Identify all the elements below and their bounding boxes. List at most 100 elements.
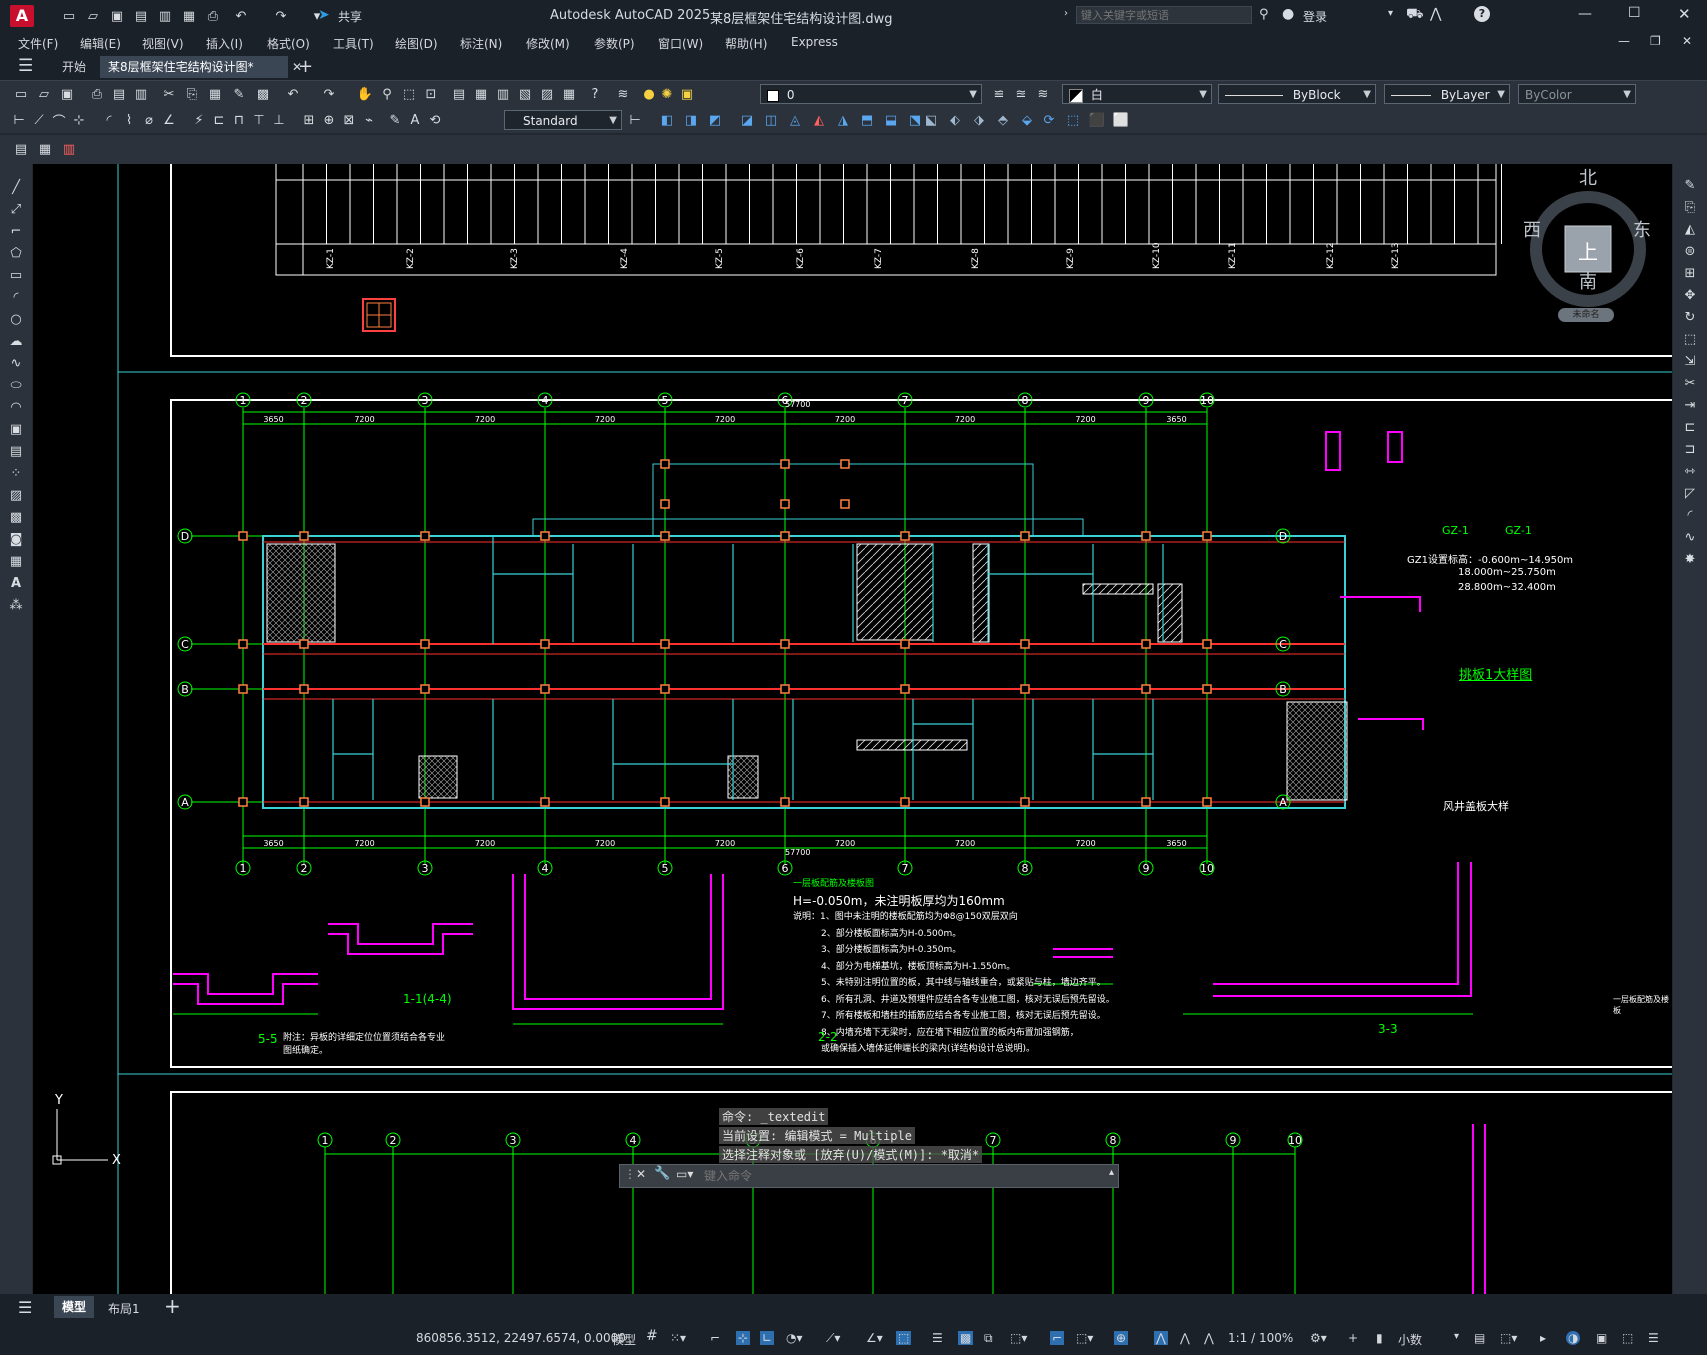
- tab-model[interactable]: 模型: [54, 1296, 95, 1318]
- view-iso-ne-icon[interactable]: ◭: [810, 111, 828, 129]
- block-create-icon[interactable]: ▦: [36, 140, 54, 158]
- chamfer-icon[interactable]: ◸: [1681, 484, 1699, 502]
- search-icon[interactable]: ⚲: [1259, 7, 1269, 22]
- add-selected-icon[interactable]: ⁂: [7, 596, 25, 614]
- menu-format[interactable]: 格式(O): [267, 35, 310, 52]
- layer-lock-icon[interactable]: ▣: [678, 85, 696, 103]
- command-input[interactable]: [702, 1166, 1086, 1186]
- viewcube-south[interactable]: 南: [1579, 268, 1597, 294]
- maximize-window-icon[interactable]: ☐: [1628, 5, 1641, 21]
- walk-icon[interactable]: ⬚: [1064, 111, 1082, 129]
- autoscale-icon[interactable]: ⋀: [1180, 1331, 1190, 1345]
- mtext-icon[interactable]: A: [7, 574, 25, 592]
- designcenter-icon[interactable]: ▦: [472, 85, 490, 103]
- make-block-icon[interactable]: ▤: [7, 442, 25, 460]
- plot-tb-icon[interactable]: ⎙: [88, 85, 106, 103]
- toolpalettes-icon[interactable]: ▥: [494, 85, 512, 103]
- wcs-menu[interactable]: 未命名: [1558, 308, 1614, 322]
- user-icon[interactable]: ●: [1282, 6, 1294, 22]
- dim-radius-icon[interactable]: ◜: [100, 111, 118, 129]
- layer-on-icon[interactable]: ●: [640, 85, 658, 103]
- app-menu-icon[interactable]: ☰: [18, 56, 33, 76]
- add-layout-button[interactable]: +: [164, 1294, 181, 1318]
- line-icon[interactable]: ╱: [7, 178, 25, 196]
- dim-angular-icon[interactable]: ∠: [160, 111, 178, 129]
- rectangle-icon[interactable]: ▭: [7, 266, 25, 284]
- dim-jogged-icon[interactable]: ⌇: [120, 111, 138, 129]
- menu-help[interactable]: 帮助(H): [725, 35, 767, 52]
- drawing-canvas[interactable]: KZ-1 KZ-2 KZ-3 KZ-4 KZ-5 KZ-6 KZ-7 KZ-8 KZ-9 KZ-1…: [33, 164, 1672, 1294]
- camera-icon[interactable]: ⬜: [1112, 111, 1130, 129]
- visual-style-shaded-icon[interactable]: ⬘: [994, 111, 1012, 129]
- ortho-icon[interactable]: ∟: [760, 1331, 775, 1345]
- block-attdef-icon[interactable]: ▥: [60, 140, 78, 158]
- new-file-icon[interactable]: ▭: [60, 7, 78, 25]
- orbit-icon[interactable]: ⟳: [1040, 111, 1058, 129]
- share-button[interactable]: 共享: [338, 8, 362, 25]
- spline-icon[interactable]: ∿: [7, 354, 25, 372]
- lineweight-dropdown[interactable]: ByLayer ▼: [1384, 84, 1510, 104]
- polar-icon[interactable]: ◔▾: [786, 1331, 803, 1345]
- menu-file[interactable]: 文件(F): [18, 35, 58, 52]
- open-icon[interactable]: ▱: [35, 85, 53, 103]
- annotation-scale[interactable]: 1:1 / 100%: [1228, 1331, 1293, 1345]
- annotation-monitor-icon[interactable]: +: [1348, 1331, 1358, 1345]
- ellipse-icon[interactable]: ⬭: [7, 376, 25, 394]
- array-icon[interactable]: ⊞: [1681, 264, 1699, 282]
- dimstyle-icon[interactable]: ⊢: [626, 111, 644, 129]
- layer-previous-icon[interactable]: ≊: [1012, 85, 1030, 103]
- save-as-icon[interactable]: ▤: [132, 7, 150, 25]
- dim-text-edit-icon[interactable]: A: [406, 111, 424, 129]
- copy-object-icon[interactable]: ⎘: [1681, 198, 1699, 216]
- menu-view[interactable]: 视图(V): [142, 35, 184, 52]
- dim-break-icon[interactable]: ⊥: [270, 111, 288, 129]
- trim-icon[interactable]: ✂: [1681, 374, 1699, 392]
- dynamic-input-icon[interactable]: ⊹: [736, 1331, 751, 1345]
- viewcube-east[interactable]: 东: [1633, 216, 1651, 242]
- paste-icon[interactable]: ▦: [206, 85, 224, 103]
- blend-icon[interactable]: ∿: [1681, 528, 1699, 546]
- matchprop-icon[interactable]: ✎: [230, 85, 248, 103]
- search-arrow-icon[interactable]: ›: [1064, 8, 1068, 19]
- viewport-icon[interactable]: ⬙: [1018, 111, 1036, 129]
- inspect-icon[interactable]: ⊠: [340, 111, 358, 129]
- scale-icon[interactable]: ⬚: [1681, 330, 1699, 348]
- zoom-window-icon[interactable]: ⬚: [400, 85, 418, 103]
- dim-continue-icon[interactable]: ⊓: [230, 111, 248, 129]
- selection-cycling-icon[interactable]: ⧉: [984, 1331, 993, 1346]
- polyline-icon[interactable]: ⌐: [7, 222, 25, 240]
- autocad-logo-icon[interactable]: A: [10, 5, 34, 27]
- layer-iso-icon[interactable]: ≋: [1034, 85, 1052, 103]
- fillet-icon[interactable]: ◜: [1681, 506, 1699, 524]
- infer-icon[interactable]: ⌐: [710, 1331, 720, 1345]
- isolate-objects-icon[interactable]: ▸: [1540, 1331, 1546, 1345]
- sheetset-icon[interactable]: ▧: [516, 85, 534, 103]
- units-dropdown[interactable]: 小数: [1398, 1331, 1422, 1348]
- publish-icon[interactable]: ▥: [156, 7, 174, 25]
- dim-arc-icon[interactable]: ⌒: [50, 111, 68, 130]
- erase-icon[interactable]: ✎: [1681, 176, 1699, 194]
- visual-style-2d-icon[interactable]: ⬕: [922, 111, 940, 129]
- doc-minimize-icon[interactable]: —: [1618, 34, 1630, 48]
- ucs-icon[interactable]: ⬒: [858, 111, 876, 129]
- gizmo-icon[interactable]: ⊕: [1114, 1331, 1129, 1345]
- menu-insert[interactable]: 插入(I): [206, 35, 243, 52]
- plot-icon[interactable]: ⎙: [204, 7, 222, 25]
- hatch-icon[interactable]: ▨: [7, 486, 25, 504]
- jogged-linear-icon[interactable]: ⌁: [360, 111, 378, 129]
- viewcube-top[interactable]: 上: [1578, 236, 1598, 265]
- circle-icon[interactable]: ○: [7, 310, 25, 328]
- break-icon[interactable]: ⊐: [1681, 440, 1699, 458]
- dim-aligned-icon[interactable]: ⟋: [30, 111, 48, 129]
- dynamic-ucs-icon[interactable]: ⌐: [1050, 1331, 1065, 1345]
- layer-freeze-icon[interactable]: ✺: [658, 85, 676, 103]
- menu-modify[interactable]: 修改(M): [526, 35, 570, 52]
- copy-icon[interactable]: ⎘: [183, 85, 201, 103]
- blockeditor-icon[interactable]: ▩: [254, 85, 272, 103]
- isodraft-icon[interactable]: ⟋▾: [826, 1331, 840, 1346]
- menu-parametric[interactable]: 参数(P): [594, 35, 635, 52]
- fullscreen-icon[interactable]: ⬚: [1622, 1331, 1633, 1345]
- gradient-icon[interactable]: ▩: [7, 508, 25, 526]
- undo-icon[interactable]: ↶: [232, 7, 250, 25]
- redo-tb-icon[interactable]: ↷: [320, 85, 338, 103]
